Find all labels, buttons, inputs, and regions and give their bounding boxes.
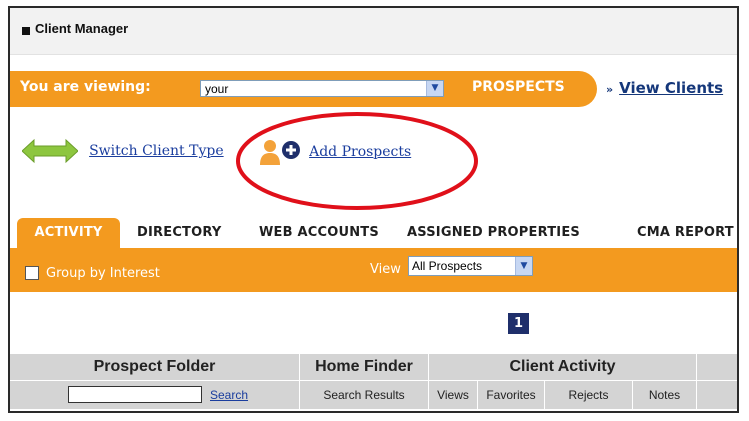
bullet-square-icon [22, 27, 30, 35]
panel-title: Client Manager [35, 21, 129, 36]
swap-arrows-icon [21, 138, 79, 164]
column-favorites: Favorites [486, 388, 536, 402]
client-group-select[interactable]: your ▼ [200, 80, 444, 97]
highlight-ellipse [236, 112, 478, 210]
viewing-label: You are viewing: [20, 79, 151, 95]
double-chevron-icon: » [606, 83, 614, 96]
switch-client-type-link[interactable]: Switch Client Type [89, 143, 224, 159]
view-clients-link[interactable]: View Clients [619, 79, 723, 97]
client-manager-panel: Client Manager You are viewing: your ▼ P… [8, 6, 739, 413]
client-type-label: PROSPECTS [472, 79, 565, 95]
column-views: Views [437, 388, 469, 402]
column-search-results: Search Results [323, 388, 405, 402]
column-divider [696, 381, 697, 409]
viewing-bar: You are viewing: your ▼ PROSPECTS [10, 71, 597, 107]
group-by-interest-label: Group by Interest [46, 266, 160, 281]
page-number-current[interactable]: 1 [508, 313, 529, 334]
tab-cma-report[interactable]: CMA REPORT [637, 225, 734, 240]
search-link[interactable]: Search [210, 388, 248, 402]
tab-bar: ACTIVITY DIRECTORY WEB ACCOUNTS ASSIGNED… [10, 218, 737, 248]
chevron-down-icon[interactable]: ▼ [515, 257, 532, 275]
column-rejects: Rejects [568, 388, 609, 402]
tab-web-accounts[interactable]: WEB ACCOUNTS [259, 225, 379, 240]
tab-directory[interactable]: DIRECTORY [137, 225, 222, 240]
view-filter-select-value: All Prospects [412, 259, 483, 273]
panel-header: Client Manager [10, 8, 737, 55]
view-clients: » View Clients [606, 78, 723, 97]
switch-client-type-action[interactable]: Switch Client Type [21, 138, 224, 164]
view-filter-label: View [370, 262, 401, 277]
column-group-home-finder: Home Finder [315, 358, 413, 375]
chevron-down-icon[interactable]: ▼ [426, 81, 443, 96]
view-filter-select[interactable]: All Prospects ▼ [408, 256, 533, 276]
tab-assigned-properties[interactable]: ASSIGNED PROPERTIES [407, 225, 580, 240]
prospect-folder-search-input[interactable] [68, 386, 202, 403]
column-group-client-activity: Client Activity [509, 358, 616, 375]
table-sub-header: Search Search Results Views Favorites Re… [10, 381, 737, 409]
group-by-interest-checkbox[interactable] [25, 266, 39, 280]
table-group-header: Prospect Folder Home Finder Client Activ… [10, 354, 737, 380]
tab-activity[interactable]: ACTIVITY [17, 218, 120, 248]
client-group-select-value: your [205, 82, 229, 96]
column-divider [696, 354, 697, 380]
column-group-prospect-folder: Prospect Folder [93, 358, 216, 375]
column-notes: Notes [648, 388, 681, 402]
filter-bar: Group by Interest View All Prospects ▼ [10, 248, 737, 292]
